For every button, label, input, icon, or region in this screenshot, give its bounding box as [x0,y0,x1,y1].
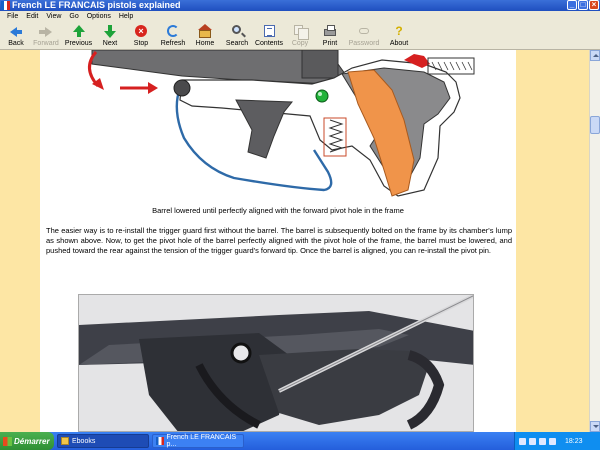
right-margin-band [516,50,589,432]
menu-file[interactable]: File [3,11,22,23]
scroll-down-button[interactable] [590,421,600,432]
copy-icon [293,25,309,40]
forward-button[interactable]: Forward [30,23,62,50]
previous-button[interactable]: Previous [62,23,95,50]
vertical-scrollbar[interactable] [589,50,600,432]
menu-help[interactable]: Help [115,11,137,23]
tray-icon[interactable] [549,437,556,445]
menu-edit[interactable]: Edit [22,11,42,23]
menu-options[interactable]: Options [83,11,115,23]
search-button[interactable]: Search [221,23,253,50]
body-paragraph: The easier way is to re-install the trig… [46,226,512,255]
home-icon [198,24,212,38]
password-icon [357,25,371,38]
back-arrow-icon [9,25,23,38]
window-title: French LE FRANCAIS pistols explained [12,0,181,10]
pistol-photo [78,294,474,432]
print-button[interactable]: Print [315,23,345,50]
menu-view[interactable]: View [42,11,65,23]
scroll-up-button[interactable] [590,50,600,61]
tray-icon[interactable] [529,437,536,445]
app-flag-icon [156,437,164,445]
menu-go[interactable]: Go [65,11,82,23]
close-button[interactable]: × [589,0,599,10]
about-button[interactable]: ? About [383,23,415,50]
pistol-diagram [88,50,475,197]
next-button[interactable]: Next [95,23,125,50]
minimize-button[interactable]: _ [567,0,577,10]
menu-bar: File Edit View Go Options Help [0,11,600,23]
maximize-button[interactable]: □ [578,0,588,10]
back-button[interactable]: Back [2,23,30,50]
start-button[interactable]: Démarrer [0,432,54,450]
print-icon [323,25,337,38]
forward-arrow-icon [39,25,53,38]
search-icon [230,25,244,38]
stop-button[interactable]: × Stop [125,23,157,50]
refresh-button[interactable]: Refresh [157,23,189,50]
title-bar: French LE FRANCAIS pistols explained _ □… [0,0,600,11]
taskbar-item-label: Ebooks [72,437,96,445]
taskbar-item-active-window[interactable]: French LE FRANCAIS p... [152,434,244,448]
left-margin-band [0,50,40,432]
taskbar-item-label: French LE FRANCAIS p... [166,434,237,448]
refresh-icon [166,25,180,38]
scroll-thumb[interactable] [590,116,600,134]
folder-icon [61,437,69,445]
home-button[interactable]: Home [189,23,221,50]
copy-button[interactable]: Copy [285,23,315,50]
tray-icon[interactable] [539,437,546,445]
contents-icon [262,25,276,38]
about-icon: ? [395,24,403,38]
toolbar: Back Forward Previous Next × Stop Refres… [0,23,600,50]
start-label: Démarrer [14,436,50,446]
tray-icon[interactable] [519,437,526,445]
figure-caption: Barrel lowered until perfectly aligned w… [152,206,404,215]
contents-button[interactable]: Contents [253,23,285,50]
clock: 18:23 [565,437,583,445]
taskbar: Démarrer Ebooks French LE FRANCAIS p... … [0,432,600,450]
password-button[interactable]: Password [345,23,383,50]
stop-icon: × [134,25,148,38]
previous-arrow-icon [72,25,86,38]
taskbar-item-ebooks[interactable]: Ebooks [57,434,149,448]
windows-logo-icon [3,436,12,446]
content-viewport[interactable]: Barrel lowered until perfectly aligned w… [0,50,589,432]
app-flag-icon [1,1,10,10]
next-arrow-icon [103,25,117,38]
system-tray: 18:23 [514,432,600,450]
page-content: Barrel lowered until perfectly aligned w… [40,50,516,432]
